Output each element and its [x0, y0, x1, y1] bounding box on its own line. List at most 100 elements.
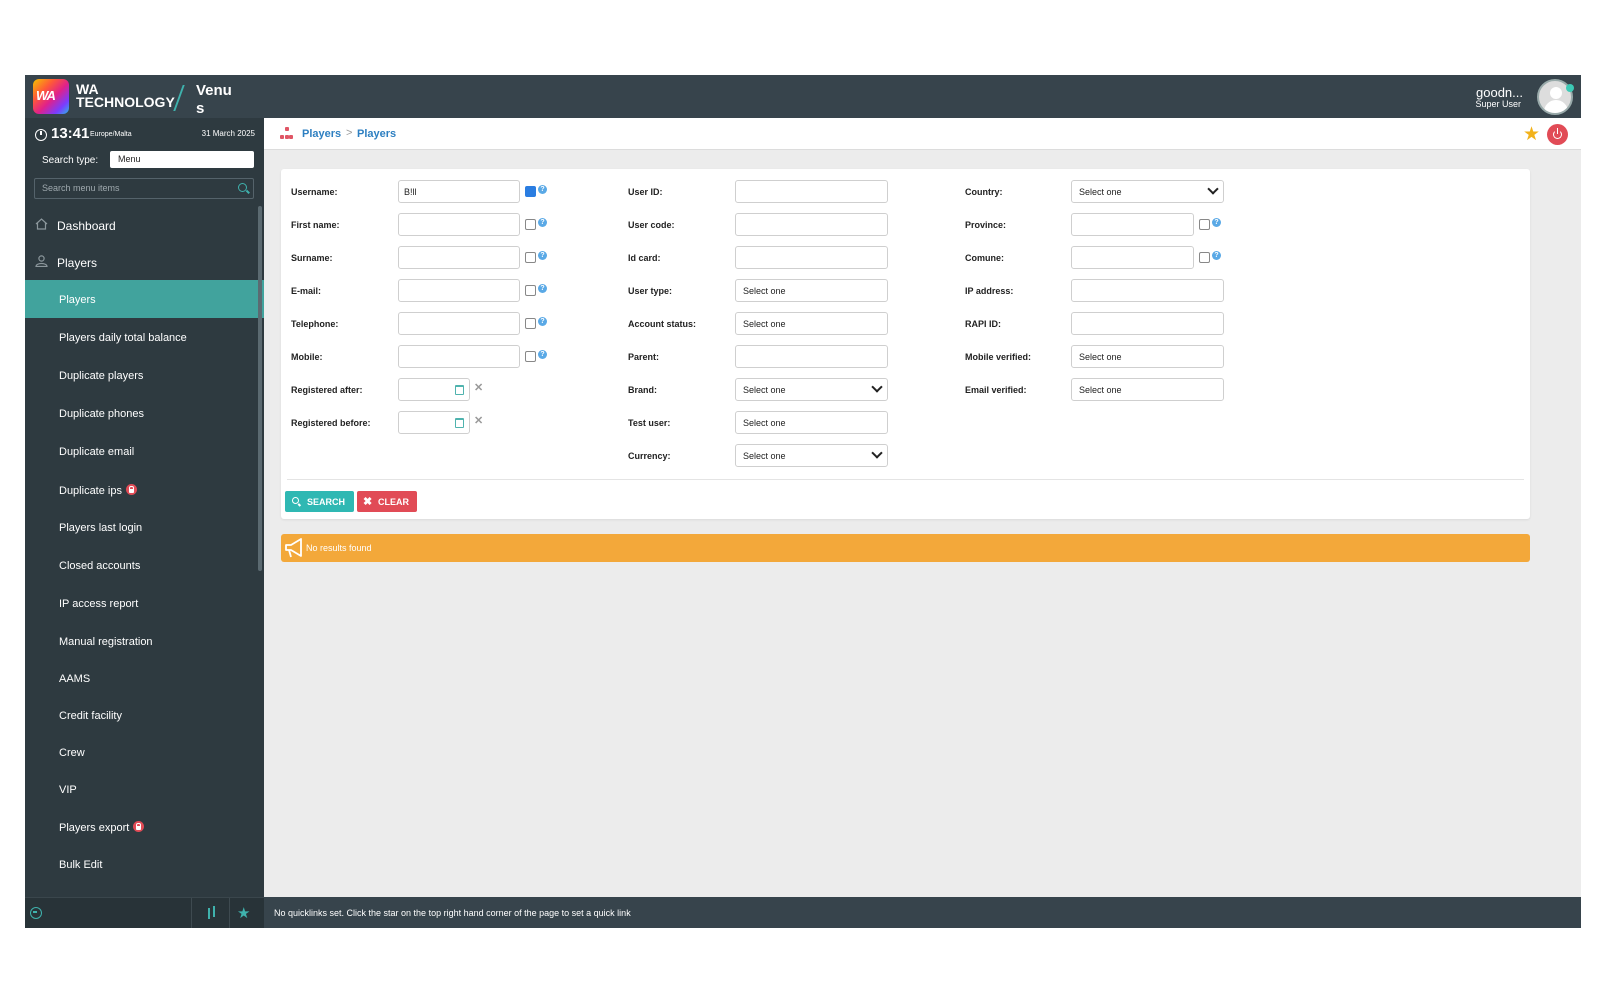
hierarchy-icon — [280, 127, 293, 139]
help-icon[interactable]: ? — [1212, 251, 1221, 260]
sidebar-item-credit-facility[interactable]: Credit facility — [25, 696, 264, 733]
calendar-icon[interactable] — [455, 385, 464, 395]
sidebar-item-label: Duplicate players — [59, 370, 144, 382]
province-input[interactable] — [1071, 213, 1194, 236]
help-icon[interactable]: ? — [538, 317, 547, 326]
lock-icon — [125, 484, 137, 495]
currency-select-value: Select one — [743, 451, 786, 461]
sidebar-item-players[interactable]: Players — [25, 280, 264, 318]
user-type-label: User type: — [628, 286, 673, 296]
email-exact-checkbox[interactable] — [525, 285, 536, 296]
sidebar-item-crew[interactable]: Crew — [25, 733, 264, 770]
username-input[interactable]: B!ll — [398, 180, 520, 203]
lock-icon — [133, 821, 145, 832]
sidebar-item-label: Players — [57, 256, 98, 270]
help-icon[interactable]: ? — [1212, 218, 1221, 227]
test-user-select[interactable]: Select one — [735, 411, 888, 434]
sidebar-item-players-export[interactable]: Players export — [25, 807, 264, 845]
help-icon[interactable]: ? — [538, 284, 547, 293]
sidebar-item-label: IP access report — [59, 598, 139, 610]
sidebar-item-players-last-login[interactable]: Players last login — [25, 508, 264, 546]
help-icon[interactable]: ? — [538, 251, 547, 260]
ip-address-input[interactable] — [1071, 279, 1224, 302]
account-status-select[interactable]: Select one — [735, 312, 888, 335]
username-exact-checkbox[interactable] — [525, 186, 536, 197]
mobile-label: Mobile: — [291, 352, 323, 362]
calendar-icon[interactable] — [455, 418, 464, 428]
online-status-icon — [1566, 84, 1574, 92]
sort-icon[interactable] — [206, 906, 218, 920]
breadcrumb-page-link[interactable]: Players — [357, 128, 396, 140]
comune-exact-checkbox[interactable] — [1199, 252, 1210, 263]
user-code-input[interactable] — [735, 213, 888, 236]
menu-search-input[interactable] — [42, 183, 222, 193]
sidebar-item-duplicate-email[interactable]: Duplicate email — [25, 432, 264, 470]
help-icon[interactable]: ? — [538, 185, 547, 194]
telephone-exact-checkbox[interactable] — [525, 318, 536, 329]
user-id-label: User ID: — [628, 187, 663, 197]
sidebar-item-ip-access-report[interactable]: IP access report — [25, 584, 264, 622]
surname-exact-checkbox[interactable] — [525, 252, 536, 263]
sidebar-item-label: Manual registration — [59, 636, 153, 648]
home-icon — [35, 218, 48, 230]
sidebar-item-closed-accounts[interactable]: Closed accounts — [25, 546, 264, 584]
rapi-id-input[interactable] — [1071, 312, 1224, 335]
clear-date-icon[interactable]: ✕ — [474, 381, 483, 394]
parent-input[interactable] — [735, 345, 888, 368]
favorites-star-icon[interactable]: ★ — [237, 904, 250, 922]
first-name-exact-checkbox[interactable] — [525, 219, 536, 230]
collapse-sidebar-icon[interactable] — [30, 907, 42, 919]
province-exact-checkbox[interactable] — [1199, 219, 1210, 230]
registered-after-date-input[interactable] — [398, 378, 470, 401]
surname-label: Surname: — [291, 253, 333, 263]
search-button[interactable]: SEARCH — [285, 491, 354, 512]
sidebar-item-manual-registration[interactable]: Manual registration — [25, 622, 264, 659]
registered-after-label: Registered after: — [291, 385, 363, 395]
help-icon[interactable]: ? — [538, 350, 547, 359]
sidebar-item-aams[interactable]: AAMS — [25, 659, 264, 696]
id-card-input[interactable] — [735, 246, 888, 269]
sidebar-item-players-daily-total-balance[interactable]: Players daily total balance — [25, 318, 264, 356]
first-name-input[interactable] — [398, 213, 520, 236]
email-input[interactable] — [398, 279, 520, 302]
sidebar-item-dashboard[interactable]: Dashboard — [25, 206, 264, 243]
registered-before-date-input[interactable] — [398, 411, 470, 434]
country-select[interactable]: Select one — [1071, 180, 1224, 203]
mobile-verified-select[interactable]: Select one — [1071, 345, 1224, 368]
sidebar-item-bulk-edit[interactable]: Bulk Edit — [25, 845, 264, 883]
brand-select[interactable]: Select one — [735, 378, 888, 401]
quicklinks-bar: No quicklinks set. Click the star on the… — [264, 897, 1581, 928]
telephone-input[interactable] — [398, 312, 520, 335]
email-verified-select[interactable]: Select one — [1071, 378, 1224, 401]
user-role: Super User — [1475, 99, 1521, 109]
breadcrumb-section-link[interactable]: Players — [302, 128, 341, 140]
registered-before-label: Registered before: — [291, 418, 371, 428]
user-name[interactable]: goodn... — [1476, 85, 1523, 100]
sidebar-item-duplicate-phones[interactable]: Duplicate phones — [25, 394, 264, 432]
quicklink-star-icon[interactable]: ★ — [1523, 123, 1540, 146]
user-icon — [35, 255, 48, 267]
search-icon[interactable] — [238, 183, 247, 192]
sidebar-item-duplicate-ips[interactable]: Duplicate ips — [25, 470, 264, 508]
logout-power-icon[interactable] — [1547, 124, 1568, 145]
province-label: Province: — [965, 220, 1007, 230]
brand-logo-icon[interactable]: WA — [33, 79, 69, 114]
mobile-input[interactable] — [398, 345, 520, 368]
user-type-select[interactable]: Select one — [735, 279, 888, 302]
surname-input[interactable] — [398, 246, 520, 269]
currency-select[interactable]: Select one — [735, 444, 888, 467]
comune-input[interactable] — [1071, 246, 1194, 269]
clear-button-label: CLEAR — [378, 497, 409, 507]
mobile-exact-checkbox[interactable] — [525, 351, 536, 362]
clear-button[interactable]: ✖ CLEAR — [357, 491, 417, 512]
sidebar-item-duplicate-players[interactable]: Duplicate players — [25, 356, 264, 394]
test-user-label: Test user: — [628, 418, 671, 428]
sidebar-item-players-group[interactable]: Players — [25, 243, 264, 280]
user-id-input[interactable] — [735, 180, 888, 203]
help-icon[interactable]: ? — [538, 218, 547, 227]
brand-select-value: Select one — [743, 385, 786, 395]
sidebar-item-vip[interactable]: VIP — [25, 770, 264, 807]
search-type-select[interactable]: Menu — [110, 151, 254, 168]
sidebar-scrollbar[interactable] — [258, 206, 262, 571]
clear-date-icon[interactable]: ✕ — [474, 414, 483, 427]
